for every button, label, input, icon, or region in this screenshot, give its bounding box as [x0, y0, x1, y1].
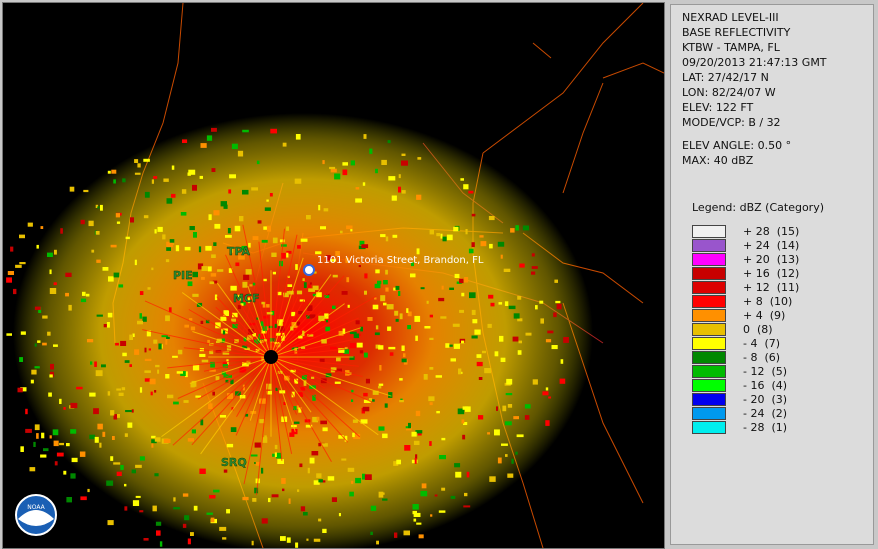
echo-field	[13, 113, 593, 548]
location-marker-label: 1101 Victoria Street, Brandon, FL	[317, 255, 484, 266]
legend-swatch	[692, 253, 726, 266]
product-text: NEXRAD LEVEL-III	[682, 11, 779, 24]
legend-swatch	[692, 365, 726, 378]
city-label-pie: PIE	[173, 269, 193, 282]
legend-label: + 16 (12)	[743, 267, 800, 280]
legend-swatch	[692, 309, 726, 322]
legend-item: - 24 (2)	[692, 407, 872, 422]
legend-item: + 16 (12)	[692, 267, 872, 282]
legend-item: 0 (8)	[692, 323, 872, 338]
legend-swatch	[692, 421, 726, 434]
legend-swatch	[692, 281, 726, 294]
legend-item: + 28 (15)	[692, 225, 872, 240]
legend-swatch	[692, 407, 726, 420]
legend-item: + 20 (13)	[692, 253, 872, 268]
mode-text: MODE/VCP: B / 32	[682, 116, 781, 129]
legend-swatch	[692, 225, 726, 238]
elev-text: ELEV: 122 FT	[682, 101, 754, 114]
legend-swatch	[692, 351, 726, 364]
legend-label: - 28 (1)	[743, 421, 788, 434]
lat-text: LAT: 27/42/17 N	[682, 71, 769, 84]
city-label-tpa: TPA	[227, 245, 251, 258]
legend-label: + 8 (10)	[743, 295, 793, 308]
legend-label: - 8 (6)	[743, 351, 781, 364]
legend-swatch	[692, 239, 726, 252]
legend-item: + 24 (14)	[692, 239, 872, 254]
radar-svg: TPA PIE MCF SRQ 1101 Victoria Street, Br…	[6, 3, 664, 548]
legend-item: - 12 (5)	[692, 365, 872, 380]
city-label-mcf: MCF	[233, 292, 260, 305]
type-text: BASE REFLECTIVITY	[682, 26, 791, 39]
location-marker-icon[interactable]	[303, 264, 315, 276]
legend-item: + 12 (11)	[692, 281, 872, 296]
legend-swatch	[692, 393, 726, 406]
radar-site-icon	[264, 350, 278, 364]
legend-swatch	[692, 267, 726, 280]
noaa-logo[interactable]: NOAA	[15, 494, 57, 536]
legend-swatch	[692, 295, 726, 308]
legend-swatch	[692, 323, 726, 336]
legend-item: - 8 (6)	[692, 351, 872, 366]
station-text: KTBW - TAMPA, FL	[682, 41, 780, 54]
legend-label: 0 (8)	[743, 323, 773, 336]
legend-swatch	[692, 337, 726, 350]
legend-item: + 4 (9)	[692, 309, 872, 324]
legend-item: - 28 (1)	[692, 421, 872, 436]
legend-label: - 12 (5)	[743, 365, 788, 378]
max-text: MAX: 40 dBZ	[682, 154, 754, 167]
legend-label: - 20 (3)	[743, 393, 788, 406]
radar-map[interactable]: TPA PIE MCF SRQ 1101 Victoria Street, Br…	[2, 2, 665, 549]
svg-text:NOAA: NOAA	[27, 504, 45, 511]
legend-item: - 4 (7)	[692, 337, 872, 352]
legend-label: + 28 (15)	[743, 225, 800, 238]
legend-label: + 24 (14)	[743, 239, 800, 252]
legend-label: - 4 (7)	[743, 337, 781, 350]
legend-item: - 20 (3)	[692, 393, 872, 408]
datetime-text: 09/20/2013 21:47:13 GMT	[682, 56, 827, 69]
elev-angle-text: ELEV ANGLE: 0.50 °	[682, 139, 792, 152]
legend-label: - 24 (2)	[743, 407, 788, 420]
lon-text: LON: 82/24/07 W	[682, 86, 776, 99]
legend-label: + 4 (9)	[743, 309, 786, 322]
city-label-srq: SRQ	[221, 456, 247, 469]
legend-label: + 12 (11)	[743, 281, 800, 294]
legend-label: - 16 (4)	[743, 379, 788, 392]
legend-title: Legend: dBZ (Category)	[692, 201, 824, 214]
legend-label: + 20 (13)	[743, 253, 800, 266]
legend-swatch	[692, 379, 726, 392]
legend-item: - 16 (4)	[692, 379, 872, 394]
info-panel: NEXRAD LEVEL-III BASE REFLECTIVITY KTBW …	[670, 4, 874, 545]
legend-item: + 8 (10)	[692, 295, 872, 310]
